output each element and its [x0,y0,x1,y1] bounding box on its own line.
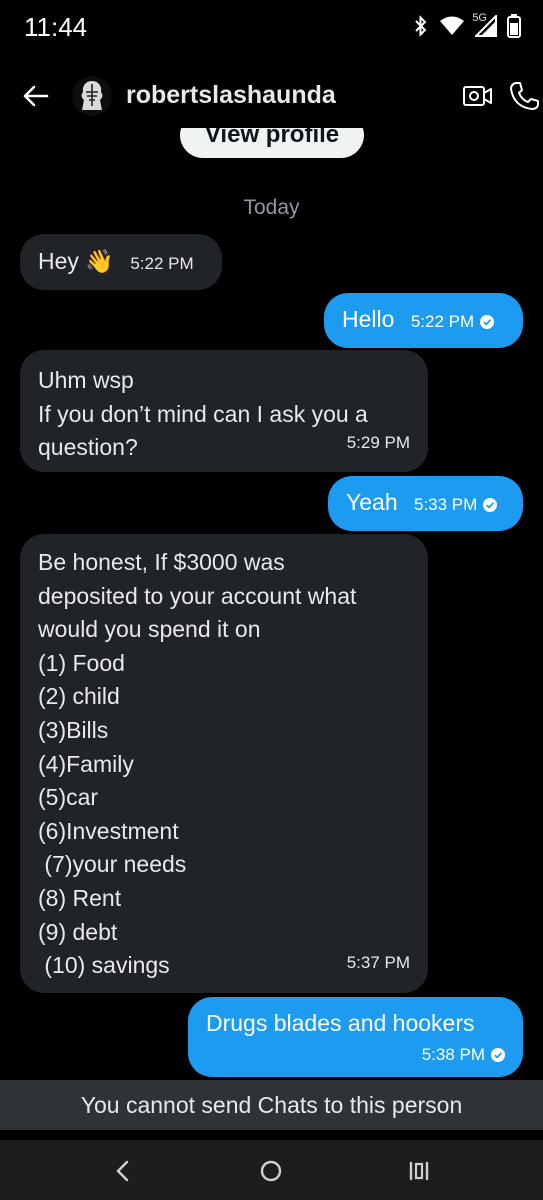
message-bubble-outgoing[interactable]: Hello 5:22 PM [324,293,523,348]
home-nav-icon[interactable] [258,1158,284,1184]
status-icons-overlay [413,14,521,38]
bluetooth-icon [415,15,427,37]
video-call-icon[interactable] [462,82,494,110]
message-time: 5:37 PM [346,953,410,973]
message-meta: 5:38 PM [422,1044,505,1066]
signal-icon [475,15,497,37]
message-time: 5:38 PM [421,1044,485,1064]
recents-nav-icon[interactable] [406,1158,432,1184]
message-time: 5:22 PM [410,312,475,331]
message-bubble-incoming[interactable]: Hey 👋 5:22 PM [20,234,222,290]
message-time: 5:22 PM [130,254,194,273]
message-meta: 5:33 PM [414,488,498,522]
message-time: 5:29 PM [346,433,410,453]
message-bubble-incoming[interactable]: Uhm wsp If you don’t mind can I ask you … [20,350,428,472]
message-text-line: (8) Rent [38,884,122,911]
message-bubble-outgoing[interactable]: Yeah 5:33 PM [328,476,523,531]
message-text-line: (6)Investment [38,817,179,844]
message-text: Yeah [346,489,398,515]
system-nav-bar [0,1140,543,1200]
message-text-line: (4)Family [38,750,134,777]
message-text-line: would you spend it on [38,616,261,643]
message-text-line: (9) debt [38,918,118,945]
phone-call-icon[interactable] [508,80,540,112]
chat-header: robertslashaunda [0,66,543,126]
message-text: Drugs blades and hookers [206,1010,475,1036]
message-text-line: (1) Food [38,649,125,676]
message-text: Hello [342,306,395,332]
read-receipt-icon [491,1047,505,1062]
message-bubble-outgoing[interactable]: Drugs blades and hookers 5:38 PM [188,997,523,1077]
read-receipt-icon [480,314,495,329]
message-bubble-incoming[interactable]: Be honest, If $3000 was deposited to you… [20,534,428,993]
avatar[interactable] [72,76,112,116]
message-text-line: (2) child [38,683,120,710]
message-text-line: (3)Bills [38,716,109,743]
back-arrow-icon[interactable] [20,80,52,112]
message-text-line: Uhm wsp [38,367,134,393]
status-bar-overlay: 11:44 5G [0,0,543,52]
status-time-overlay: 11:44 [24,12,88,42]
message-meta: 5:22 PM [410,305,495,339]
message-text: Hey 👋 [38,248,114,274]
message-text-line: Be honest, If $3000 was [38,549,285,575]
message-text-line: deposited to your account what [38,582,357,609]
read-receipt-icon [483,497,498,512]
date-separator: Today [243,196,300,219]
battery-icon [507,14,521,38]
message-text-line: (7)your needs [38,851,187,878]
message-time: 5:33 PM [414,495,478,514]
wifi-icon [440,16,464,35]
message-text-line: (5)car [38,784,99,811]
back-nav-icon[interactable] [110,1158,136,1184]
contact-name[interactable]: robertslashaunda [126,81,336,110]
cannot-send-notice: You cannot send Chats to this person [0,1080,543,1130]
